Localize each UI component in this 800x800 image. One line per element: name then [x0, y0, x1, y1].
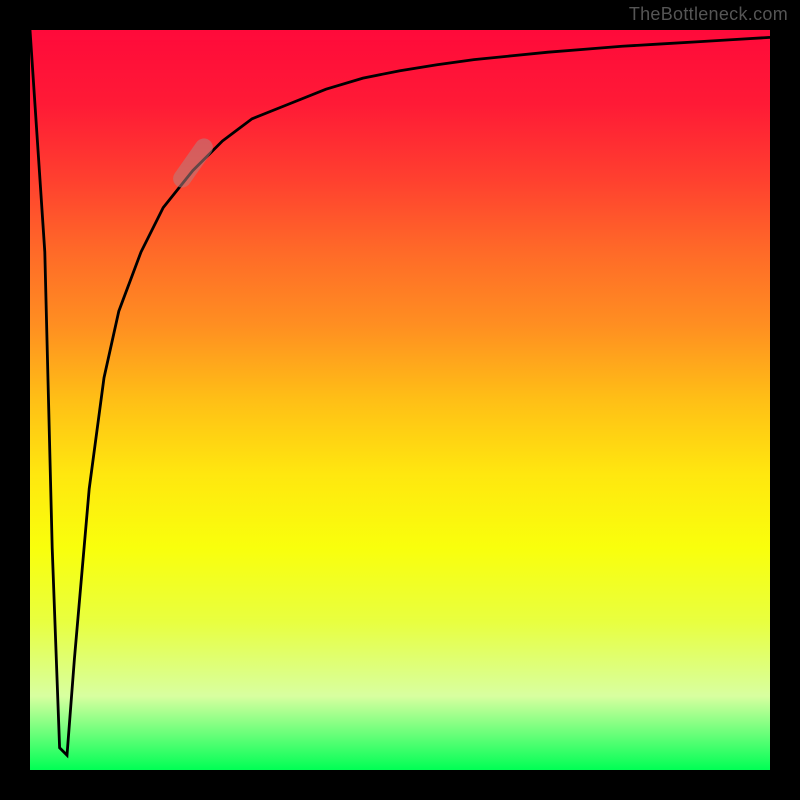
- watermark-text: TheBottleneck.com: [629, 4, 788, 25]
- bottleneck-curve: [30, 30, 770, 770]
- plot-area: [30, 30, 770, 770]
- chart-frame: TheBottleneck.com: [0, 0, 800, 800]
